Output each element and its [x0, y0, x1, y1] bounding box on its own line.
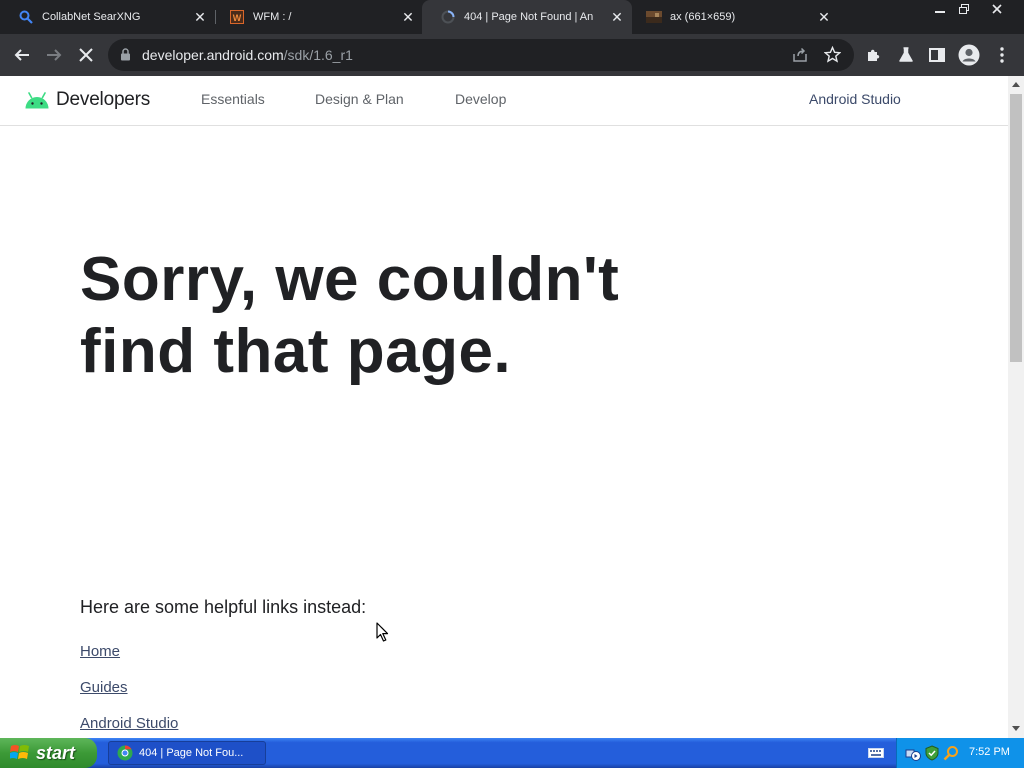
tab-404-page-not-found[interactable]: 404 | Page Not Found | An ✕	[422, 0, 632, 34]
system-tray: 7:52 PM	[896, 738, 1024, 768]
keyboard-icon[interactable]	[868, 748, 884, 758]
tab-title: CollabNet SearXNG	[42, 11, 141, 23]
windows-logo-icon	[10, 745, 29, 759]
flask-icon	[899, 47, 913, 62]
loading-spinner-icon	[440, 9, 456, 25]
page-title: Sorry, we couldn't find that page.	[80, 245, 620, 386]
browser-toolbar: developer.android.com/sdk/1.6_r1	[0, 34, 1024, 76]
extensions-button[interactable]	[860, 41, 888, 69]
close-window-icon[interactable]	[986, 0, 1008, 18]
url-host: developer.android.com	[142, 47, 284, 63]
tab-title: WFM : /	[253, 11, 292, 23]
start-label: start	[36, 742, 76, 763]
nav-develop[interactable]: Develop	[455, 91, 506, 107]
bookmark-star-icon[interactable]	[823, 45, 842, 68]
link-guides[interactable]: Guides	[80, 679, 128, 696]
scroll-down-arrow-icon[interactable]	[1012, 726, 1020, 731]
security-shield-icon[interactable]	[924, 745, 940, 761]
image-icon	[646, 9, 662, 25]
mouse-cursor-icon	[376, 622, 389, 642]
windows-taskbar: start 404 | Page Not Fou... 7:52 PM	[0, 738, 1024, 768]
screen: CollabNet SearXNG ✕ W WFM : / ✕ 404 | Pa…	[0, 0, 1024, 768]
taskbar-window-title: 404 | Page Not Fou...	[139, 747, 244, 759]
tab-ax-image[interactable]: ax (661×659) ✕	[628, 0, 840, 34]
link-home[interactable]: Home	[80, 643, 120, 660]
page-scrollbar[interactable]	[1008, 76, 1024, 738]
link-android-studio[interactable]: Android Studio	[80, 715, 178, 732]
close-tab-icon[interactable]: ✕	[192, 9, 208, 25]
side-panel-icon	[929, 48, 945, 62]
url-path: /sdk/1.6_r1	[283, 47, 353, 63]
profile-button[interactable]	[955, 41, 983, 69]
close-tab-icon[interactable]: ✕	[609, 9, 625, 25]
helpful-links-intro: Here are some helpful links instead:	[80, 597, 367, 617]
web-page: Developers Essentials Design & Plan Deve…	[0, 76, 1008, 738]
android-head-icon	[25, 91, 49, 108]
minimize-window-icon[interactable]	[929, 0, 951, 18]
kebab-menu-icon	[1000, 47, 1004, 63]
lock-icon	[120, 48, 131, 66]
tab-collabnet-searxng[interactable]: CollabNet SearXNG ✕	[0, 0, 214, 34]
taskbar-window-button[interactable]: 404 | Page Not Fou...	[108, 741, 266, 765]
start-button[interactable]: start	[0, 738, 97, 768]
nav-essentials[interactable]: Essentials	[201, 91, 265, 107]
wfm-icon: W	[229, 9, 245, 25]
chrome-icon	[117, 745, 133, 761]
scroll-thumb[interactable]	[1010, 94, 1022, 362]
browser-menu-button[interactable]	[988, 41, 1016, 69]
side-panel-button[interactable]	[923, 41, 951, 69]
tab-wfm[interactable]: W WFM : / ✕	[211, 0, 423, 34]
stop-loading-button[interactable]	[72, 41, 100, 69]
forward-button[interactable]	[40, 41, 68, 69]
tab-title: 404 | Page Not Found | An	[464, 11, 594, 23]
tab-title: ax (661×659)	[670, 11, 736, 23]
search-icon	[18, 9, 34, 25]
nav-android-studio[interactable]: Android Studio	[809, 91, 901, 107]
search-magnifier-icon[interactable]	[943, 745, 959, 761]
back-arrow-icon	[14, 49, 29, 61]
close-tab-icon[interactable]: ✕	[816, 9, 832, 25]
logo-text: Developers	[56, 89, 151, 110]
back-button[interactable]	[8, 41, 36, 69]
system-clock: 7:52 PM	[969, 746, 1010, 758]
address-bar[interactable]: developer.android.com/sdk/1.6_r1	[108, 39, 854, 71]
share-icon[interactable]	[792, 47, 808, 68]
browser-tab-strip: CollabNet SearXNG ✕ W WFM : / ✕ 404 | Pa…	[0, 0, 1024, 34]
developers-logo[interactable]: Developers	[24, 88, 150, 112]
forward-arrow-icon	[47, 49, 62, 61]
puzzle-icon	[868, 49, 880, 61]
svg-text:W: W	[233, 13, 242, 23]
site-header: Developers Essentials Design & Plan Deve…	[0, 76, 1008, 126]
stop-icon	[79, 48, 93, 62]
restore-window-icon[interactable]	[953, 0, 975, 18]
close-tab-icon[interactable]: ✕	[400, 9, 416, 25]
scroll-up-arrow-icon[interactable]	[1012, 82, 1020, 87]
url-text[interactable]: developer.android.com/sdk/1.6_r1	[142, 47, 353, 63]
labs-button[interactable]	[892, 41, 920, 69]
network-status-icon[interactable]	[905, 745, 921, 761]
nav-design-plan[interactable]: Design & Plan	[315, 91, 404, 107]
avatar-icon	[958, 44, 980, 66]
